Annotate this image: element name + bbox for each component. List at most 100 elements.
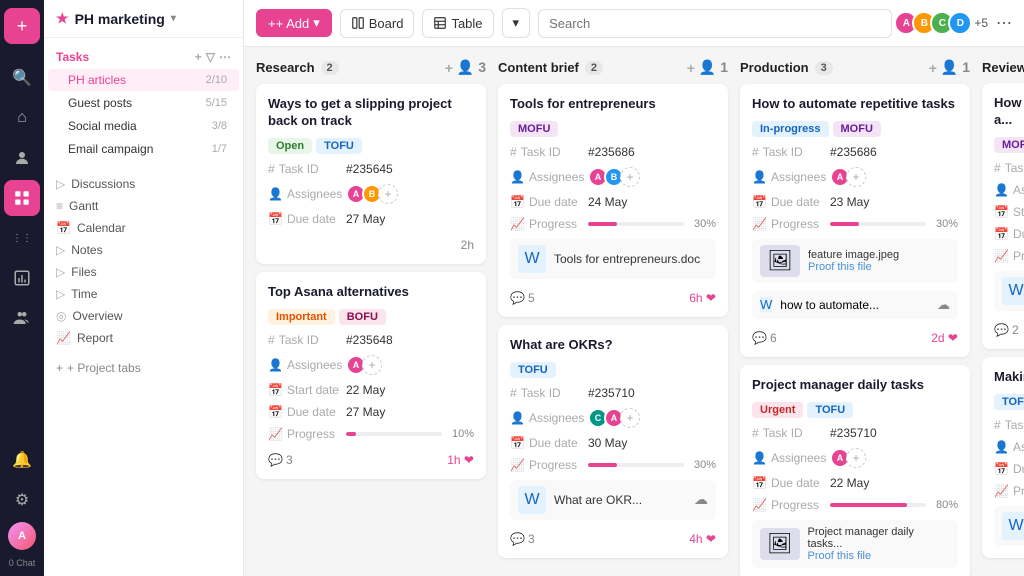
nav-reports-icon[interactable] (4, 260, 40, 296)
card-3-taskid-row: # Task ID #235686 (510, 145, 716, 159)
card-2-assignees-row: 👤 Assignees A + (268, 355, 474, 375)
startdate-label: 📅 Start date (268, 383, 340, 397)
card-3-taskid: #235686 (588, 145, 635, 159)
person-icon: 👤 (268, 187, 283, 201)
ph-articles-label: PH articles (68, 73, 126, 87)
add-button[interactable]: + + Add ▾ (256, 9, 332, 37)
add-assignee-button[interactable]: + (620, 167, 640, 187)
tasks-label: Tasks (56, 50, 89, 64)
card-1-assignees-row: 👤 Assignees A B + (268, 184, 474, 204)
nav-everything-icon[interactable]: ⋮⋮ (4, 220, 40, 256)
tasks-section-header[interactable]: Tasks + ▽ ⋯ (44, 46, 243, 68)
sidebar-item-gantt[interactable]: ≡ Gantt (44, 195, 243, 217)
card-4-progress-fill (588, 463, 617, 467)
card-2-assignees: A + (346, 355, 382, 375)
card-4-title: What are OKRs? (510, 337, 716, 354)
sidebar-item-time[interactable]: ▷ Time (44, 283, 243, 305)
card-4-attachment: W What are OKR... ☁ (510, 480, 716, 520)
add-project-tabs[interactable]: + + Project tabs (44, 353, 243, 383)
board-view-button[interactable]: Board (340, 9, 415, 38)
files-label: Files (71, 265, 96, 279)
card-automate-tasks: How to automate repetitive tasks In-prog… (740, 84, 970, 357)
tag-tofu: TOFU (807, 402, 853, 418)
sidebar-item-calendar[interactable]: 📅 Calendar (44, 217, 243, 239)
board: Research 2 + 👤 3 Ways to get a slipping … (244, 47, 1024, 576)
table-view-button[interactable]: Table (422, 9, 493, 38)
card-5-progress-bar (830, 222, 926, 226)
card-7-attachment: W How to... (994, 271, 1024, 311)
nav-search-icon[interactable]: 🔍 (4, 60, 40, 96)
production-add-icon[interactable]: + (929, 60, 937, 76)
card-2-taskid-row: # Task ID #235648 (268, 333, 474, 347)
sidebar-item-files[interactable]: ▷ Files (44, 261, 243, 283)
duedate-label: 📅 Due date (268, 212, 340, 226)
proof-link-2[interactable]: Proof this file (808, 550, 951, 562)
time-icon: ▷ (56, 287, 65, 301)
add-assignee-button[interactable]: + (846, 448, 866, 468)
progress-icon: 📈 (994, 249, 1009, 263)
production-title: Production (740, 60, 809, 75)
card-1-taskid: #235645 (346, 162, 393, 176)
card-5-tags: In-progress MOFU (752, 121, 958, 137)
nav-people-icon[interactable] (4, 300, 40, 336)
nav-settings-icon[interactable]: ⚙ (4, 482, 40, 518)
discussions-icon: ▷ (56, 177, 65, 191)
card-3-title: Tools for entrepreneurs (510, 96, 716, 113)
add-assignee-button[interactable]: + (846, 167, 866, 187)
nav-add-icon[interactable]: + (4, 8, 40, 44)
nav-avatar[interactable]: A (8, 522, 36, 550)
more-icon[interactable]: ⋯ (219, 50, 231, 64)
word-icon: W (518, 486, 546, 514)
column-review: Review 2 + How to better h... deadlines … (982, 59, 1024, 564)
card-2-chat: 💬 3 (268, 453, 293, 467)
card-3-duedate: 24 May (588, 195, 627, 209)
notes-label: Notes (71, 243, 102, 257)
nav-notification-icon[interactable]: 🔔 (4, 442, 40, 478)
sidebar-item-discussions[interactable]: ▷ Discussions (44, 173, 243, 195)
nav-home-icon[interactable]: ⌂ (4, 100, 40, 136)
add-assignee-button[interactable]: + (362, 355, 382, 375)
add-assignee-button[interactable]: + (620, 408, 640, 428)
column-production-header: Production 3 + 👤 1 (740, 59, 970, 76)
sidebar-header[interactable]: ★ PH marketing ▾ (44, 0, 243, 38)
search-input[interactable] (538, 9, 892, 38)
sidebar-item-social-media[interactable]: Social media 3/8 (48, 115, 239, 137)
duedate-label: 📅 Due date (510, 195, 582, 209)
nav-projects-icon[interactable] (4, 180, 40, 216)
hash-icon: # (510, 145, 517, 159)
card-6-assignees: A + (830, 448, 866, 468)
pm-image-name: Project manager daily tasks... (808, 526, 951, 550)
card-3-time: 6h ❤ (689, 291, 716, 305)
sidebar-item-notes[interactable]: ▷ Notes (44, 239, 243, 261)
sidebar-item-overview[interactable]: ◎ Overview (44, 305, 243, 327)
view-more-button[interactable]: ▾ (502, 8, 531, 38)
topbar: + + Add ▾ Board Table ▾ A B C D +5 ⋯ (244, 0, 1024, 47)
filter-icon[interactable]: ▽ (206, 50, 215, 64)
social-media-label: Social media (68, 119, 137, 133)
research-add-icon[interactable]: + (445, 60, 453, 76)
hash-icon: # (268, 162, 275, 176)
sidebar-item-guest-posts[interactable]: Guest posts 5/15 (48, 92, 239, 114)
proof-link-1[interactable]: Proof this file (808, 261, 899, 273)
card-4-progress-row: 📈 Progress 30% (510, 458, 716, 472)
production-actions: + 👤 1 (929, 59, 970, 76)
word-icon: W (1002, 512, 1024, 540)
card-4-progress-bar (588, 463, 684, 467)
research-person-icon: 👤 3 (457, 59, 486, 76)
sidebar-item-report[interactable]: 📈 Report (44, 327, 243, 349)
add-assignee-button[interactable]: + (378, 184, 398, 204)
topbar-more-button[interactable]: ⋯ (996, 13, 1012, 33)
nav-me-icon[interactable] (4, 140, 40, 176)
duedate-label: 📅 Due date (994, 462, 1024, 476)
sidebar-item-ph-articles[interactable]: PH articles 2/10 (48, 69, 239, 91)
calendar-label: Calendar (77, 221, 126, 235)
card-2-startdate-row: 📅 Start date 22 May (268, 383, 474, 397)
card-ways-project: Ways to get a slipping project back on t… (256, 84, 486, 264)
person-icon: 👤 (268, 358, 283, 372)
card-7-chat: 💬 2 (994, 323, 1019, 337)
progress-label: 📈 Progress (994, 249, 1024, 263)
sidebar-item-email-campaign[interactable]: Email campaign 1/7 (48, 138, 239, 160)
content-brief-add-icon[interactable]: + (687, 60, 695, 76)
progress-label: 📈 Progress (268, 427, 340, 441)
add-task-icon[interactable]: + (195, 50, 202, 64)
